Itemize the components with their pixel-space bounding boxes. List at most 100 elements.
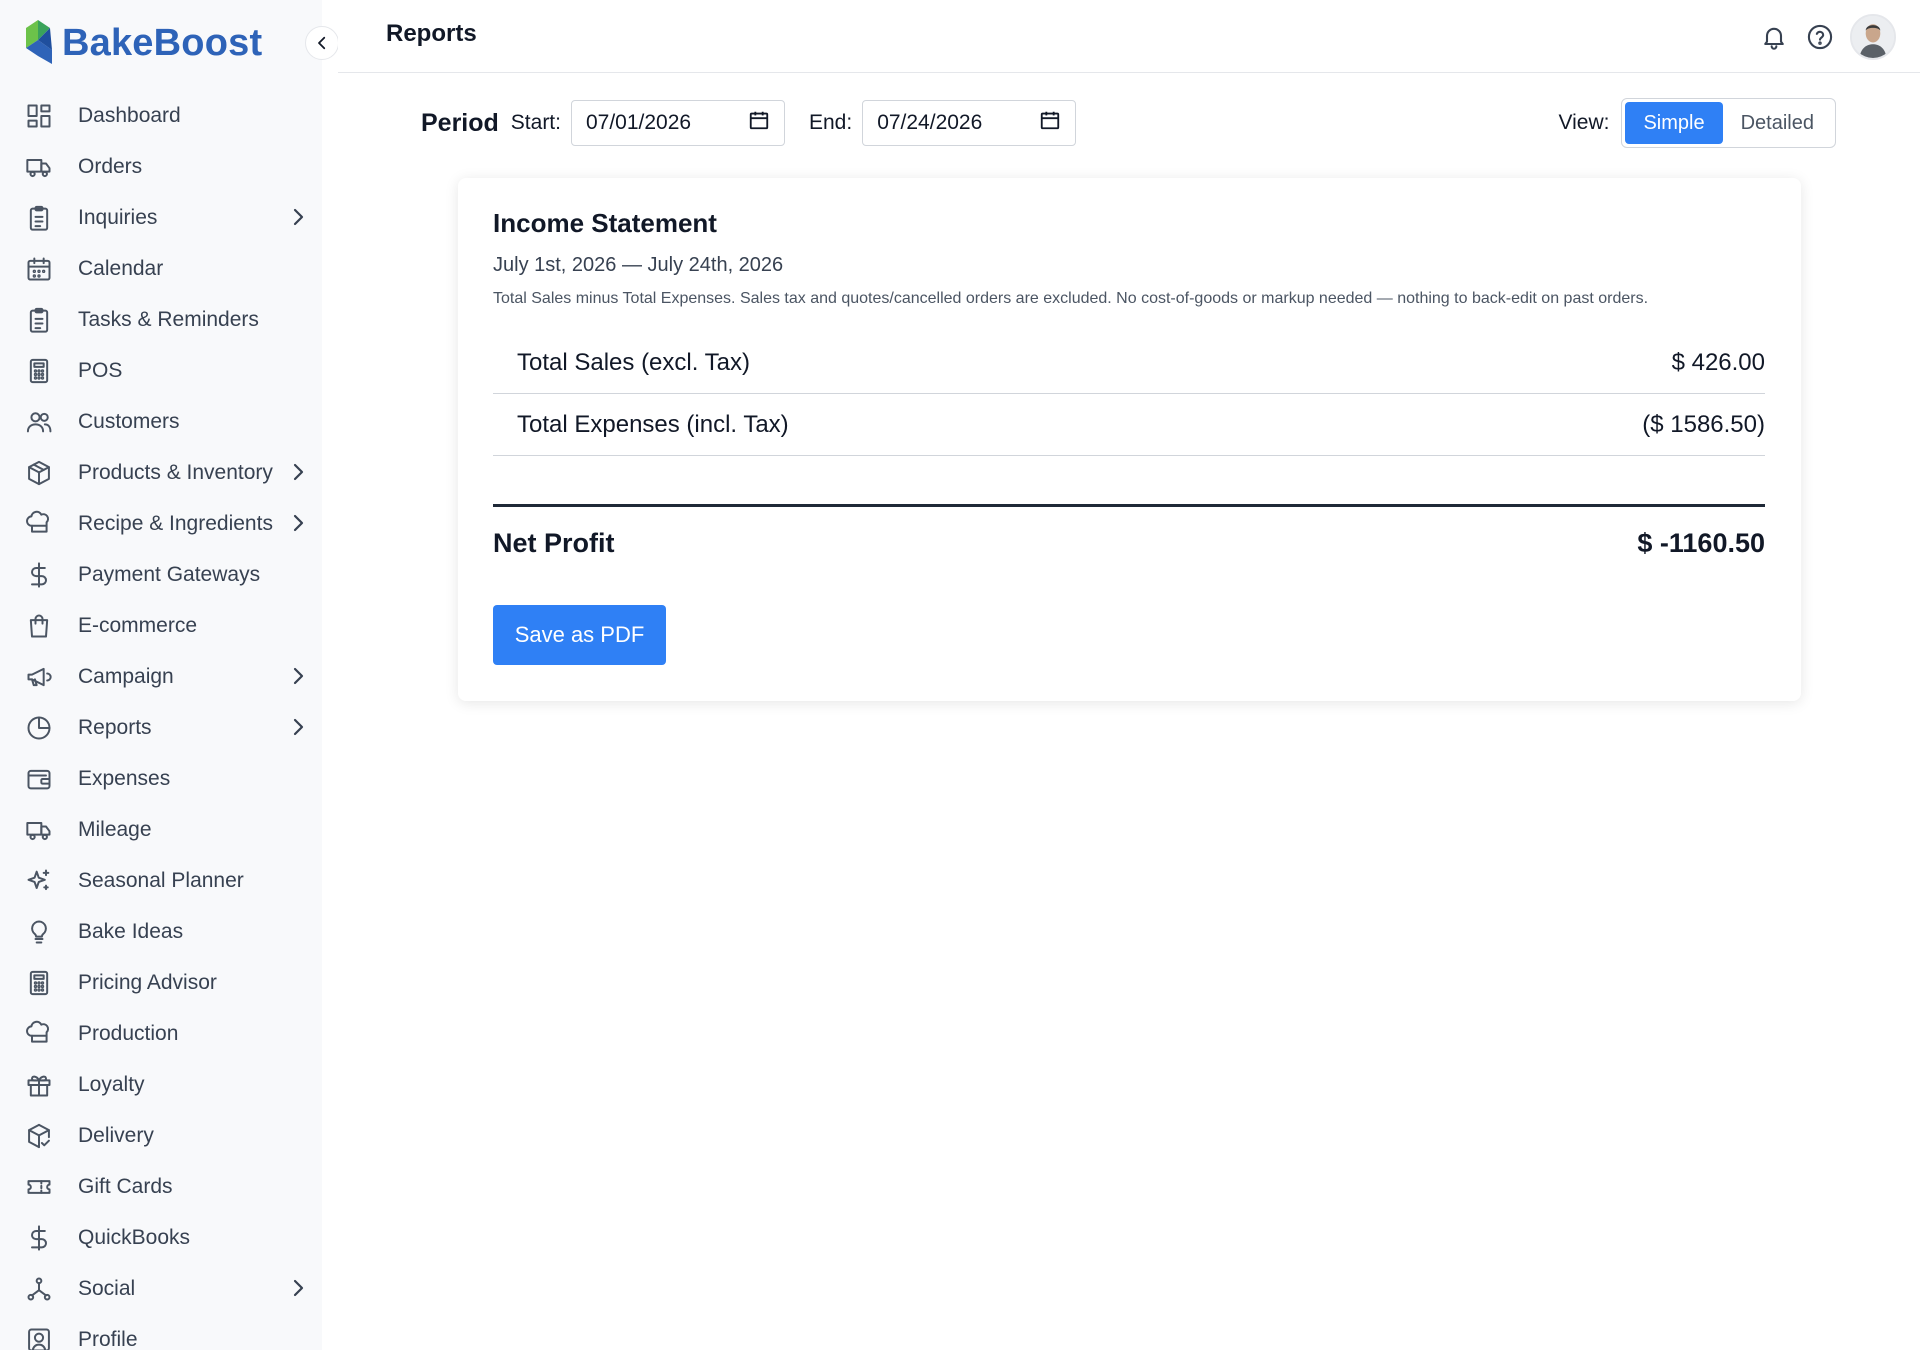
chevron-left-icon	[318, 36, 326, 50]
sidebar-item-label: Seasonal Planner	[78, 868, 244, 892]
end-label: End:	[808, 111, 853, 134]
chevron-right-icon[interactable]	[286, 664, 310, 688]
sidebar-item-seasonal-planner[interactable]: Seasonal Planner	[0, 855, 322, 906]
net-profit-label: Net Profit	[493, 528, 615, 558]
sidebar-item-label: POS	[78, 358, 123, 382]
chevron-right-icon[interactable]	[286, 511, 310, 535]
sidebar-item-social[interactable]: Social	[0, 1263, 322, 1314]
net-profit-row: Net Profit $ -1160.50	[493, 528, 1765, 559]
dashboard-icon	[24, 101, 54, 131]
chevron-right-icon[interactable]	[286, 205, 310, 229]
clipboard-icon	[24, 305, 54, 335]
chevron-right-icon[interactable]	[286, 460, 310, 484]
sidebar-item-quickbooks[interactable]: QuickBooks	[0, 1212, 322, 1263]
view-simple-button[interactable]: Simple	[1625, 102, 1723, 144]
statement-date-range: July 1st, 2026 — July 24th, 2026	[493, 254, 784, 276]
brand-logo[interactable]: BakeBoost	[22, 16, 262, 70]
brand-name: BakeBoost	[62, 21, 263, 64]
view-toggle: Simple Detailed	[1621, 98, 1836, 148]
users-icon	[24, 407, 54, 437]
collapse-sidebar-button[interactable]	[305, 26, 339, 60]
sidebar-item-gift-cards[interactable]: Gift Cards	[0, 1161, 322, 1212]
sidebar-item-label: Mileage	[78, 817, 152, 841]
box-icon	[24, 458, 54, 488]
sidebar-item-calendar[interactable]: Calendar	[0, 243, 322, 294]
clipboard-icon	[24, 203, 54, 233]
sidebar-item-recipe-and-ingredients[interactable]: Recipe & Ingredients	[0, 498, 322, 549]
sidebar-item-label: Reports	[78, 715, 152, 739]
start-date-input[interactable]: 07/01/2026	[570, 100, 785, 146]
total-expenses-row: Total Expenses (incl. Tax) ($ 1586.50)	[493, 395, 1765, 456]
view-switch: View: Simple Detailed	[1558, 98, 1836, 148]
sidebar-item-label: Recipe & Ingredients	[78, 511, 273, 535]
sidebar-item-customers[interactable]: Customers	[0, 396, 322, 447]
end-date-input[interactable]: 07/24/2026	[862, 100, 1077, 146]
total-expenses-label: Total Expenses (incl. Tax)	[517, 411, 789, 438]
sidebar-item-label: QuickBooks	[78, 1225, 191, 1249]
sidebar-item-loyalty[interactable]: Loyalty	[0, 1059, 322, 1110]
sidebar-item-orders[interactable]: Orders	[0, 141, 322, 192]
sidebar-item-label: Loyalty	[78, 1072, 145, 1096]
truck-icon	[24, 152, 54, 182]
sidebar-item-e-commerce[interactable]: E-commerce	[0, 600, 322, 651]
chevron-right-icon[interactable]	[286, 1276, 310, 1300]
calculator-icon	[24, 968, 54, 998]
dollar-icon	[24, 560, 54, 590]
sidebar-item-expenses[interactable]: Expenses	[0, 753, 322, 804]
sidebar-item-mileage[interactable]: Mileage	[0, 804, 322, 855]
sidebar-item-profile[interactable]: Profile	[0, 1314, 322, 1350]
sidebar-item-label: Orders	[78, 154, 143, 178]
calculator-icon	[24, 356, 54, 386]
statement-title: Income Statement	[493, 208, 717, 238]
sidebar-item-label: Expenses	[78, 766, 171, 790]
bakeboost-logo-icon	[26, 20, 52, 64]
sidebar-item-label: Inquiries	[78, 205, 158, 229]
view-detailed-button[interactable]: Detailed	[1723, 102, 1832, 144]
sidebar-item-pos[interactable]: POS	[0, 345, 322, 396]
chef-hat-icon	[24, 1019, 54, 1049]
sidebar-item-pricing-advisor[interactable]: Pricing Advisor	[0, 957, 322, 1008]
statement-note: Total Sales minus Total Expenses. Sales …	[493, 290, 1649, 307]
notifications-button[interactable]	[1758, 21, 1790, 53]
sparkles-icon	[24, 866, 54, 896]
sidebar-item-products-and-inventory[interactable]: Products & Inventory	[0, 447, 322, 498]
sidebar-item-campaign[interactable]: Campaign	[0, 651, 322, 702]
calendar-picker-icon[interactable]	[1039, 109, 1061, 137]
total-sales-value: $ 426.00	[1671, 349, 1765, 376]
start-label: Start:	[510, 111, 561, 134]
gift-icon	[24, 1070, 54, 1100]
sidebar-item-label: E-commerce	[78, 613, 198, 637]
end-date-value: 07/24/2026	[877, 111, 983, 134]
sidebar-item-label: Customers	[78, 409, 180, 433]
income-statement-card: Income Statement July 1st, 2026 — July 2…	[458, 178, 1801, 701]
sidebar-item-label: Pricing Advisor	[78, 970, 217, 994]
period-selector: Period Start: 07/01/2026 End: 07/24/2026	[421, 100, 1100, 146]
chevron-right-icon[interactable]	[286, 715, 310, 739]
help-button[interactable]	[1804, 21, 1836, 53]
calendar-picker-icon[interactable]	[748, 109, 770, 137]
total-expenses-value: ($ 1586.50)	[1642, 411, 1765, 438]
sidebar-item-label: Campaign	[78, 664, 174, 688]
total-sales-label: Total Sales (excl. Tax)	[517, 349, 750, 376]
sidebar-item-label: Tasks & Reminders	[78, 307, 259, 331]
sidebar-item-delivery[interactable]: Delivery	[0, 1110, 322, 1161]
sidebar-item-reports[interactable]: Reports	[0, 702, 322, 753]
sidebar-item-bake-ideas[interactable]: Bake Ideas	[0, 906, 322, 957]
sidebar-item-inquiries[interactable]: Inquiries	[0, 192, 322, 243]
total-sales-row: Total Sales (excl. Tax) $ 426.00	[493, 333, 1765, 394]
page-title: Reports	[386, 20, 477, 47]
save-as-pdf-button[interactable]: Save as PDF	[493, 605, 666, 665]
sidebar-item-production[interactable]: Production	[0, 1008, 322, 1059]
sidebar-item-label: Payment Gateways	[78, 562, 261, 586]
net-profit-value: $ -1160.50	[1637, 528, 1765, 558]
sidebar-item-dashboard[interactable]: Dashboard	[0, 90, 322, 141]
network-icon	[24, 1274, 54, 1304]
sidebar-item-label: Delivery	[78, 1123, 154, 1147]
view-label: View:	[1558, 111, 1610, 134]
sidebar-item-payment-gateways[interactable]: Payment Gateways	[0, 549, 322, 600]
profile-icon	[24, 1325, 54, 1350]
calendar-icon	[24, 254, 54, 284]
sidebar-item-label: Social	[78, 1276, 136, 1300]
user-avatar[interactable]	[1850, 14, 1896, 60]
sidebar-item-tasks-and-reminders[interactable]: Tasks & Reminders	[0, 294, 322, 345]
